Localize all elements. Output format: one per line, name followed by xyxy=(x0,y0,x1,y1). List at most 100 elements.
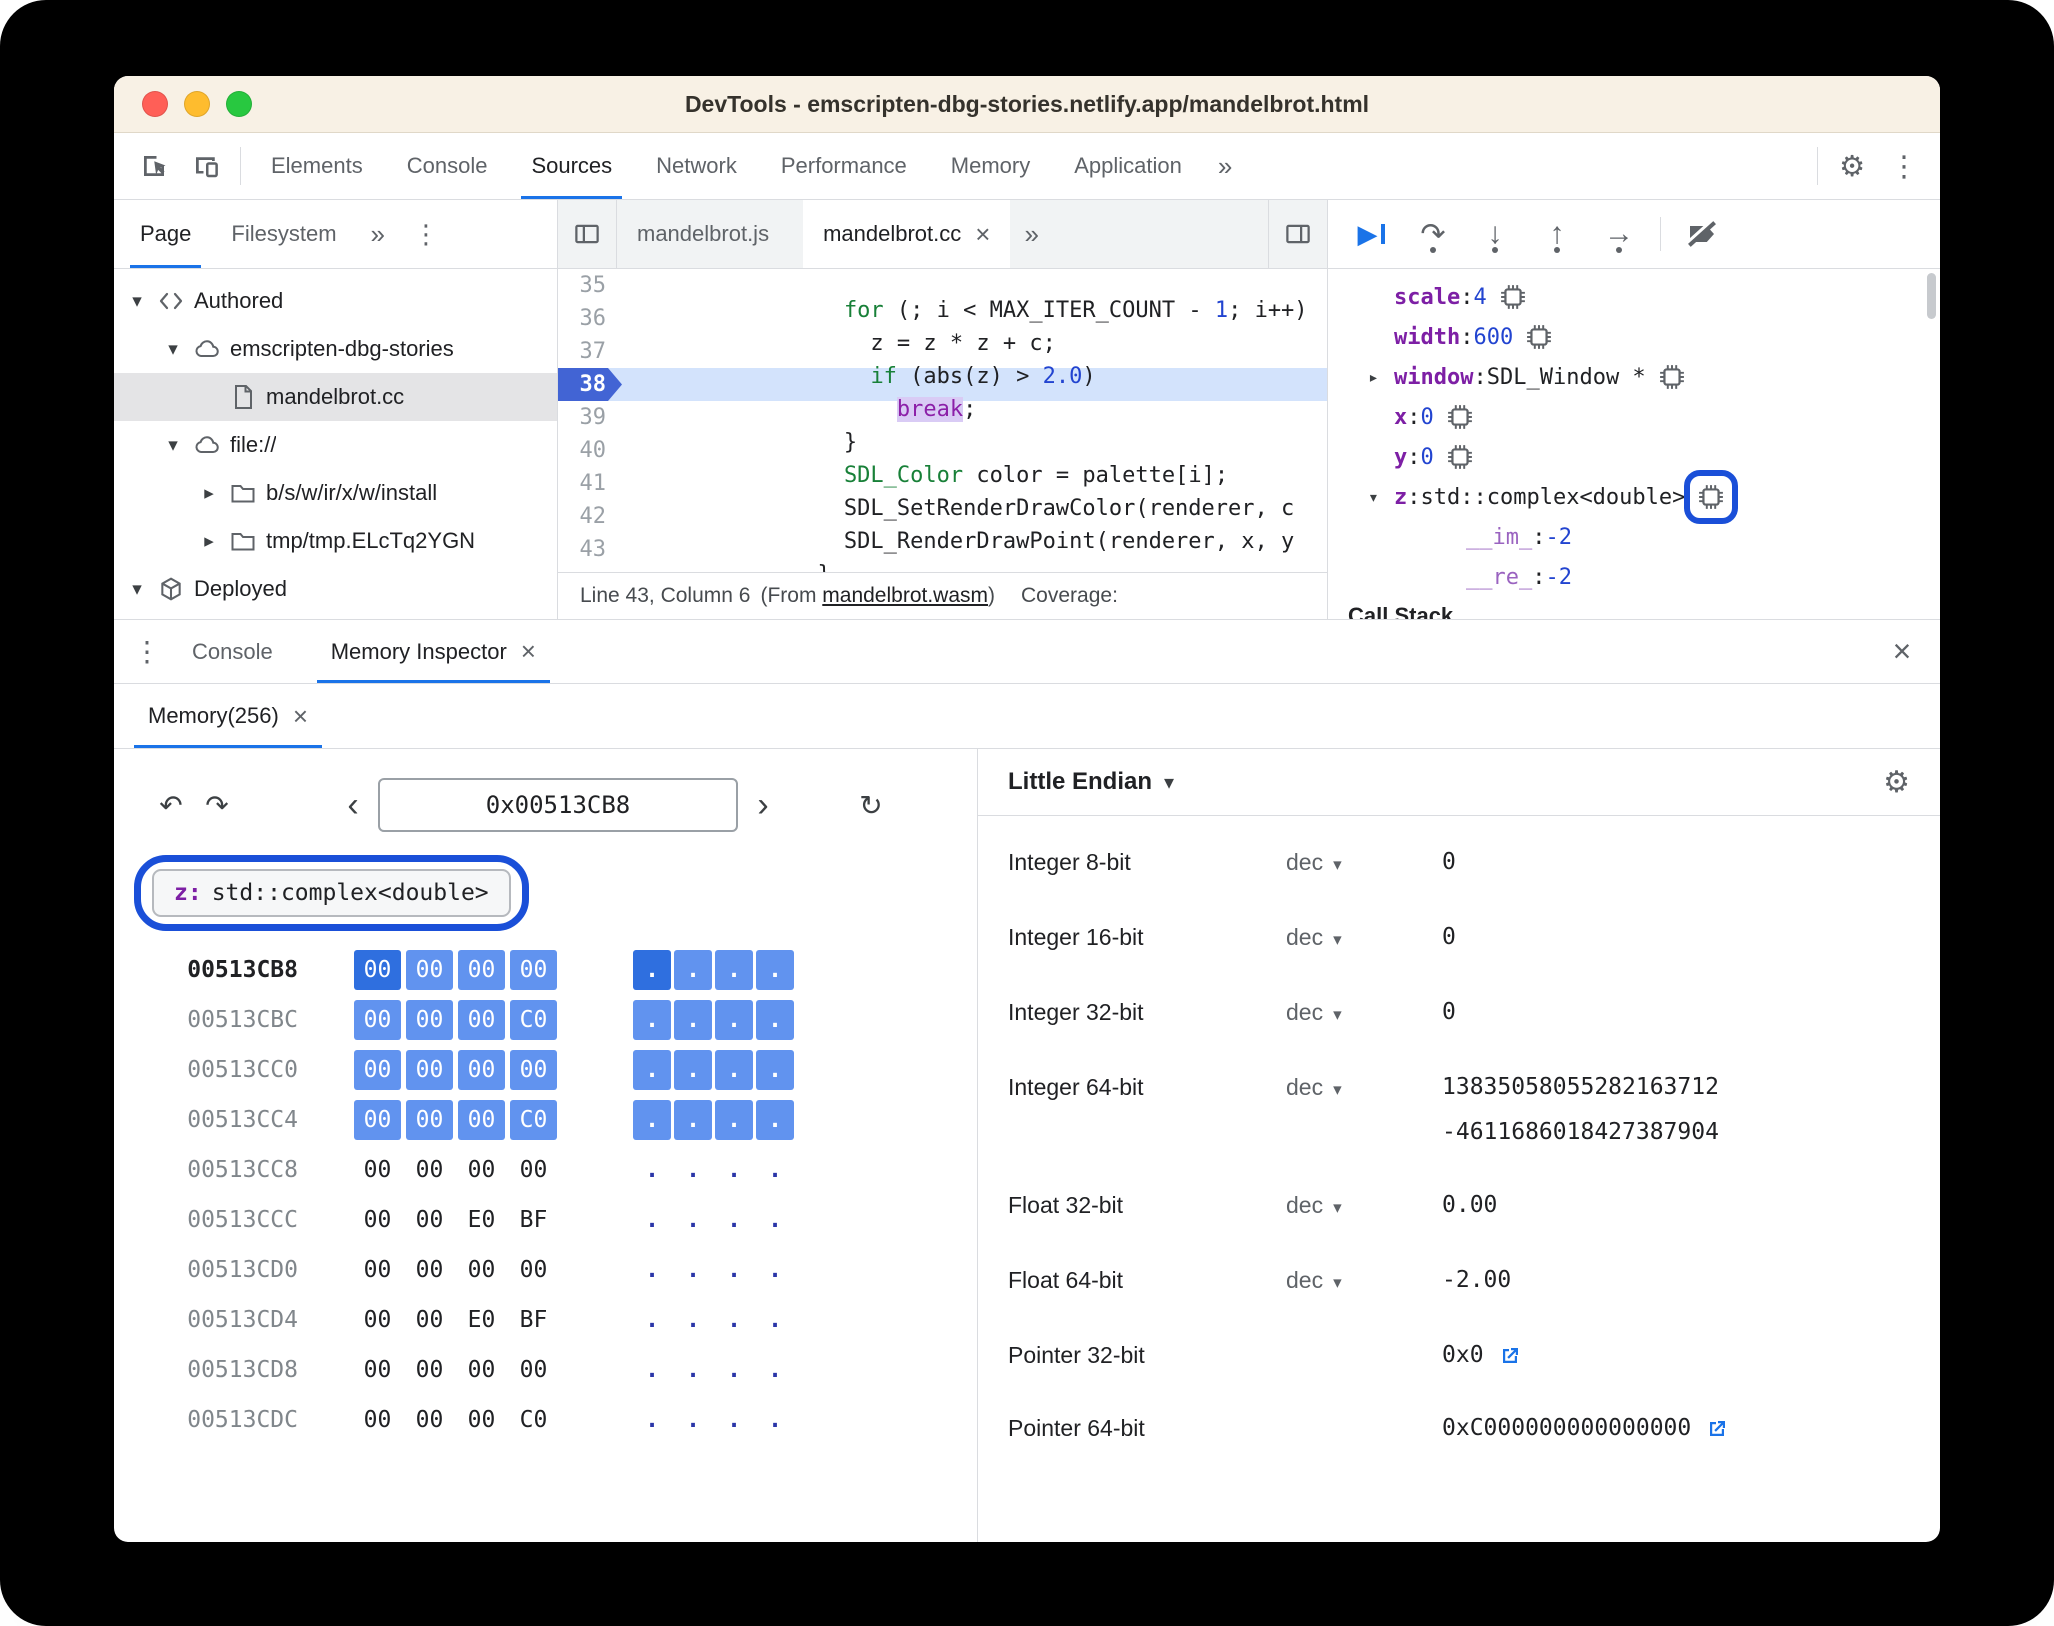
expand-chevron-icon[interactable]: ▸ xyxy=(1368,367,1394,388)
memory-buffer-tab[interactable]: Memory(256) × xyxy=(126,684,330,748)
scope-scrollbar[interactable] xyxy=(1927,273,1936,319)
scope-variable-row[interactable]: __re_ -2 xyxy=(1328,557,1940,597)
row-address[interactable]: 00513CDC xyxy=(148,1407,298,1433)
hex-byte-cell[interactable]: E0 xyxy=(458,1200,505,1240)
tree-item[interactable]: ▾ file:// xyxy=(114,421,557,469)
panel-tab[interactable]: Memory xyxy=(929,133,1052,199)
hex-byte-cell[interactable]: 00 xyxy=(406,1400,453,1440)
previous-page-icon[interactable]: ‹ xyxy=(332,782,374,828)
more-navigator-tabs-button[interactable]: » xyxy=(357,200,399,268)
line-number[interactable]: 42 xyxy=(558,500,622,533)
jump-to-address-icon[interactable] xyxy=(1498,1344,1522,1368)
ascii-cell[interactable]: . xyxy=(633,1050,671,1090)
editor-file-tab[interactable]: mandelbrot.js xyxy=(617,200,803,268)
hex-byte-cell[interactable]: C0 xyxy=(510,1400,557,1440)
hex-byte-cell[interactable]: 00 xyxy=(354,1300,401,1340)
fullscreen-window-button[interactable] xyxy=(226,91,252,117)
disclosure-chevron-icon[interactable]: ▾ xyxy=(158,434,188,457)
hex-byte-cell[interactable]: BF xyxy=(510,1300,557,1340)
call-stack-section-header[interactable]: Call Stack xyxy=(1328,597,1940,619)
line-number[interactable]: 40 xyxy=(558,434,622,467)
disclosure-chevron-icon[interactable]: ▸ xyxy=(194,482,224,505)
ascii-cell[interactable]: . xyxy=(633,1150,671,1190)
tree-item[interactable]: ▾ Deployed xyxy=(114,565,557,613)
ascii-cell[interactable]: . xyxy=(756,1300,794,1340)
tree-item[interactable]: ▸ b/s/w/ir/x/w/install xyxy=(114,469,557,517)
minimize-window-button[interactable] xyxy=(184,91,210,117)
ascii-cell[interactable]: . xyxy=(633,1000,671,1040)
drawer-tab[interactable]: Console xyxy=(170,620,309,683)
deactivate-breakpoints-icon[interactable] xyxy=(1671,209,1733,259)
ascii-cell[interactable]: . xyxy=(633,1200,671,1240)
format-select[interactable]: dec ▾ xyxy=(1286,915,1442,962)
hex-byte-cell[interactable]: 00 xyxy=(458,1150,505,1190)
ascii-cell[interactable]: . xyxy=(756,1050,794,1090)
scope-variable-row[interactable]: y 0 xyxy=(1328,437,1940,477)
line-number[interactable]: 38 xyxy=(558,368,622,401)
hex-byte-cell[interactable]: C0 xyxy=(510,1000,557,1040)
hex-byte-cell[interactable]: 00 xyxy=(458,1100,505,1140)
next-page-icon[interactable]: › xyxy=(742,782,784,828)
ascii-cell[interactable]: . xyxy=(674,1050,712,1090)
hex-byte-cell[interactable]: 00 xyxy=(354,950,401,990)
ascii-cell[interactable]: . xyxy=(633,950,671,990)
hex-byte-cell[interactable]: 00 xyxy=(406,1350,453,1390)
hex-byte-cell[interactable]: 00 xyxy=(406,1150,453,1190)
scope-variable-row[interactable]: __im_ -2 xyxy=(1328,517,1940,557)
step-over-icon[interactable]: ↷ xyxy=(1402,209,1464,259)
hex-byte-cell[interactable]: 00 xyxy=(510,1250,557,1290)
ascii-cell[interactable]: . xyxy=(674,950,712,990)
line-number[interactable]: 35 xyxy=(558,269,622,302)
hex-byte-cell[interactable]: 00 xyxy=(458,1000,505,1040)
ascii-cell[interactable]: . xyxy=(633,1250,671,1290)
ascii-cell[interactable]: . xyxy=(674,1250,712,1290)
ascii-cell[interactable]: . xyxy=(633,1300,671,1340)
jump-to-address-icon[interactable] xyxy=(1705,1417,1729,1441)
navigator-tab[interactable]: Page xyxy=(120,200,211,268)
line-number[interactable]: 37 xyxy=(558,335,622,368)
disclosure-chevron-icon[interactable]: ▾ xyxy=(158,338,188,361)
refresh-icon[interactable]: ↻ xyxy=(848,782,894,828)
tree-item[interactable]: mandelbrot.cc xyxy=(114,373,557,421)
settings-gear-icon[interactable]: ⚙ xyxy=(1826,133,1878,199)
ascii-cell[interactable]: . xyxy=(756,1150,794,1190)
panel-tab[interactable]: Network xyxy=(634,133,759,199)
hex-byte-cell[interactable]: 00 xyxy=(406,1100,453,1140)
ascii-cell[interactable]: . xyxy=(674,1150,712,1190)
format-select[interactable]: ▾ xyxy=(1286,1333,1442,1378)
line-number[interactable]: 41 xyxy=(558,467,622,500)
memory-chip-icon[interactable] xyxy=(1499,283,1527,311)
endianness-select[interactable]: Little Endian xyxy=(1008,768,1152,796)
row-address[interactable]: 00513CD4 xyxy=(148,1307,298,1333)
ascii-cell[interactable]: . xyxy=(633,1100,671,1140)
main-menu-icon[interactable]: ⋮ xyxy=(1878,133,1930,199)
hex-byte-cell[interactable]: 00 xyxy=(510,1150,557,1190)
ascii-cell[interactable]: . xyxy=(715,1050,753,1090)
hex-byte-cell[interactable]: 00 xyxy=(354,1250,401,1290)
row-address[interactable]: 00513CB8 xyxy=(148,957,298,983)
memory-chip-icon[interactable] xyxy=(1658,363,1686,391)
ascii-cell[interactable]: . xyxy=(715,1200,753,1240)
close-tab-icon[interactable]: × xyxy=(521,636,536,667)
hex-byte-cell[interactable]: 00 xyxy=(354,1200,401,1240)
hex-byte-cell[interactable]: 00 xyxy=(406,1300,453,1340)
tree-item[interactable]: ▾ emscripten-dbg-stories xyxy=(114,325,557,373)
row-address[interactable]: 00513CC4 xyxy=(148,1107,298,1133)
ascii-cell[interactable]: . xyxy=(633,1400,671,1440)
panel-tab[interactable]: Sources xyxy=(509,133,634,199)
hex-byte-cell[interactable]: 00 xyxy=(354,1000,401,1040)
hex-byte-cell[interactable]: 00 xyxy=(510,1350,557,1390)
row-address[interactable]: 00513CC8 xyxy=(148,1157,298,1183)
ascii-cell[interactable]: . xyxy=(674,1200,712,1240)
memory-chip-icon[interactable] xyxy=(1525,323,1553,351)
address-input[interactable]: 0x00513CB8 xyxy=(378,778,738,832)
disclosure-chevron-icon[interactable]: ▾ xyxy=(122,290,152,313)
format-select[interactable]: dec ▾ xyxy=(1286,1258,1442,1305)
toggle-debugger-sidebar-icon[interactable] xyxy=(1268,200,1327,268)
hex-byte-cell[interactable]: 00 xyxy=(354,1350,401,1390)
navigator-menu-icon[interactable]: ⋮ xyxy=(399,200,453,268)
history-back-icon[interactable]: ↶ xyxy=(148,782,194,828)
ascii-cell[interactable]: . xyxy=(715,1350,753,1390)
ascii-cell[interactable]: . xyxy=(715,1000,753,1040)
hex-byte-cell[interactable]: 00 xyxy=(354,1400,401,1440)
